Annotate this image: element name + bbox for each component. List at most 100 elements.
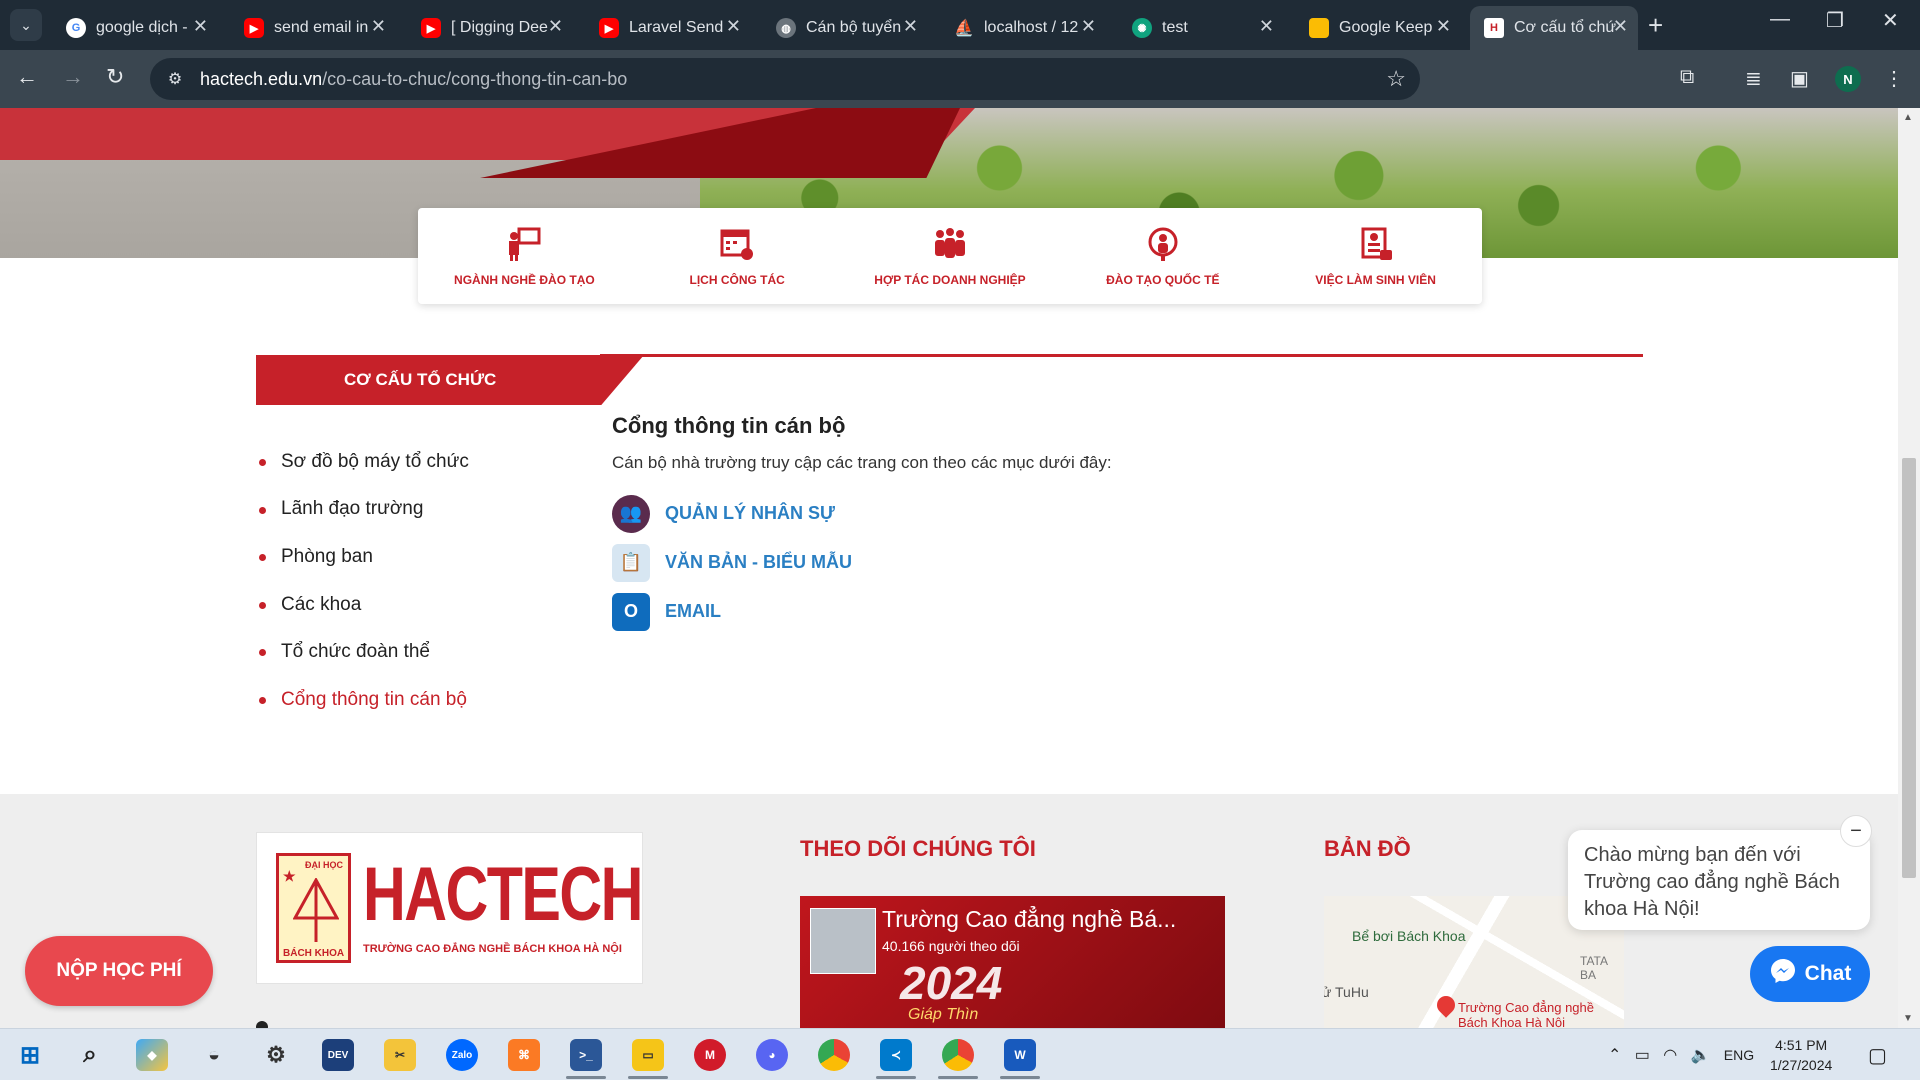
mendeley-icon[interactable]: M xyxy=(694,1039,726,1071)
section-divider xyxy=(600,354,1643,357)
battery-icon[interactable]: ▭ xyxy=(1635,1047,1650,1064)
hactech-logo[interactable]: ĐẠI HỌC ★ BÁCH KHOA HACTECH TRƯỜNG CAO Đ… xyxy=(256,832,643,984)
quicknav-international[interactable]: ĐÀO TẠO QUỐC TẾ xyxy=(1063,225,1263,287)
link-hr-management[interactable]: 👥 QUẢN LÝ NHÂN SỰ xyxy=(612,489,1112,538)
tab-youtube-digging[interactable]: ▶ [ Digging Dee ✕ xyxy=(407,6,573,50)
discord-icon[interactable]: ◕ xyxy=(756,1039,788,1071)
page-viewport: NGÀNH NGHỀ ĐÀO TẠO LỊCH CÔNG TÁC HỢP TÁC… xyxy=(0,108,1898,1028)
profile-avatar[interactable]: N xyxy=(1835,66,1861,92)
link-label[interactable]: QUẢN LÝ NHÂN SỰ xyxy=(665,503,835,524)
word-icon[interactable]: W xyxy=(1000,1039,1040,1079)
link-label[interactable]: VĂN BẢN - BIỂU MẪU xyxy=(665,552,852,573)
chat-greeting-bubble: Chào mừng bạn đến với Trường cao đẳng ng… xyxy=(1568,830,1870,930)
fb-page-name[interactable]: Trường Cao đẳng nghề Bá... xyxy=(882,906,1176,933)
media-control-icon[interactable]: ≣ xyxy=(1745,66,1762,91)
quicknav-schedule[interactable]: LỊCH CÔNG TÁC xyxy=(637,225,837,287)
clock[interactable]: 4:51 PM 1/27/2024 xyxy=(1770,1035,1832,1075)
messenger-chat-button[interactable]: Chat xyxy=(1750,946,1870,1002)
browser-toolbar: ← → ↻ ⚙ hactech.edu.vn/co-cau-to-chuc/co… xyxy=(0,50,1920,108)
photos-icon[interactable]: ◒ xyxy=(198,1039,230,1071)
devc-icon[interactable]: DEV xyxy=(322,1039,354,1071)
quicknav-cooperation[interactable]: HỢP TÁC DOANH NGHIỆP xyxy=(850,225,1050,287)
quicknav-label: LỊCH CÔNG TÁC xyxy=(689,273,785,287)
link-email[interactable]: O EMAIL xyxy=(612,587,1112,636)
back-icon[interactable]: ← xyxy=(16,64,38,90)
search-icon[interactable]: ⌕ xyxy=(74,1039,106,1071)
reload-icon[interactable]: ↻ xyxy=(106,64,124,90)
tab-localhost[interactable]: ⛵ localhost / 12 ✕ xyxy=(940,6,1106,50)
vscode-icon[interactable]: ≺ xyxy=(876,1039,916,1079)
volume-icon[interactable]: 🔈 xyxy=(1691,1047,1711,1064)
tab-test[interactable]: ✺ test ✕ xyxy=(1118,6,1284,50)
xampp-icon[interactable]: ⌘ xyxy=(508,1039,540,1071)
youtube-icon: ▶ xyxy=(244,18,264,38)
scroll-up-icon[interactable]: ▲ xyxy=(1903,112,1913,123)
tab-google-translate[interactable]: G google dịch - ✕ xyxy=(52,6,218,50)
link-label[interactable]: EMAIL xyxy=(665,601,721,622)
sidemenu-item-unions[interactable]: Tổ chức đoàn thể xyxy=(256,628,469,676)
tab-can-bo-tuyen[interactable]: ◍ Cán bộ tuyển ✕ xyxy=(762,6,928,50)
tab-co-cau-to-chuc[interactable]: H Cơ cấu tổ chứ ✕ xyxy=(1470,6,1638,50)
globe-person-icon xyxy=(1144,225,1182,263)
close-icon[interactable]: ✕ xyxy=(1436,16,1451,37)
scroll-down-icon[interactable]: ▼ xyxy=(1903,1013,1913,1024)
link-documents[interactable]: 📋 VĂN BẢN - BIỂU MẪU xyxy=(612,538,1112,587)
notification-icon[interactable]: ▢ xyxy=(1868,1043,1887,1068)
facebook-page-widget[interactable]: Trường Cao đẳng nghề Bá... 40.166 người … xyxy=(800,896,1225,1028)
close-icon[interactable]: ✕ xyxy=(371,16,386,37)
sidemenu-item-org-chart[interactable]: Sơ đồ bộ máy tổ chức xyxy=(256,438,469,486)
settings-icon[interactable]: ⚙ xyxy=(260,1039,292,1071)
close-icon[interactable]: ✕ xyxy=(193,16,208,37)
chat-minimize-icon[interactable]: − xyxy=(1840,815,1872,847)
chrome-icon[interactable] xyxy=(818,1039,850,1071)
close-icon[interactable]: ✕ xyxy=(726,16,741,37)
address-bar[interactable]: ⚙ hactech.edu.vn/co-cau-to-chuc/cong-tho… xyxy=(150,58,1420,100)
chevron-up-icon[interactable]: ⌃ xyxy=(1608,1047,1621,1064)
snip-icon[interactable]: ✂ xyxy=(384,1039,416,1071)
job-icon xyxy=(1357,225,1395,263)
new-tab-button[interactable]: + xyxy=(1648,10,1663,41)
chrome-profile-icon[interactable] xyxy=(938,1039,978,1079)
outlook-icon: O xyxy=(612,592,650,631)
quicknav-label: NGÀNH NGHỀ ĐÀO TẠO xyxy=(454,273,595,287)
bookmark-star-icon[interactable]: ☆ xyxy=(1386,66,1406,92)
extensions-icon[interactable]: ⧉ xyxy=(1680,66,1694,89)
sidemenu-item-faculties[interactable]: Các khoa xyxy=(256,581,469,629)
restore-icon[interactable]: ❐ xyxy=(1826,8,1844,33)
explorer-icon[interactable]: ▭ xyxy=(628,1039,668,1079)
close-icon[interactable]: ✕ xyxy=(1081,16,1096,37)
wifi-icon[interactable]: ◠ xyxy=(1663,1047,1677,1064)
tab-search-button[interactable]: ⌄ xyxy=(10,9,42,41)
sidemenu-item-leadership[interactable]: Lãnh đạo trường xyxy=(256,486,469,534)
tab-google-keep[interactable]: Google Keep ✕ xyxy=(1295,6,1461,50)
scrollbar-thumb[interactable] xyxy=(1902,458,1916,878)
powershell-icon[interactable]: >_ xyxy=(566,1039,606,1079)
pay-tuition-button[interactable]: NỘP HỌC PHÍ xyxy=(25,936,213,1006)
side-menu: Sơ đồ bộ máy tổ chức Lãnh đạo trường Phò… xyxy=(256,438,469,724)
tab-youtube-laravel[interactable]: ▶ Laravel Send ✕ xyxy=(585,6,751,50)
browser-tab-bar: ⌄ G google dịch - ✕ ▶ send email in ✕ ▶ … xyxy=(0,0,1920,50)
system-tray: ⌃ ▭ ◠ 🔈 ENG xyxy=(1608,1045,1754,1065)
sidemenu-item-departments[interactable]: Phòng ban xyxy=(256,533,469,581)
quicknav-training[interactable]: NGÀNH NGHỀ ĐÀO TẠO xyxy=(424,225,624,287)
forward-icon[interactable]: → xyxy=(62,64,84,90)
map-label: TATA BA xyxy=(1580,954,1608,982)
cube-icon[interactable]: ◆ xyxy=(136,1039,168,1071)
minimize-icon[interactable]: — xyxy=(1770,8,1790,31)
sidemenu-item-staff-portal[interactable]: Cổng thông tin cán bộ xyxy=(256,676,469,724)
close-icon[interactable]: ✕ xyxy=(903,16,918,37)
logo-text: HACTECH xyxy=(363,852,643,937)
page-scrollbar[interactable]: ▲ ▼ xyxy=(1898,108,1920,1028)
windows-icon[interactable]: ⊞ xyxy=(14,1039,46,1071)
close-icon[interactable]: ✕ xyxy=(548,16,563,37)
zalo-icon[interactable]: Zalo xyxy=(446,1039,478,1071)
language-indicator[interactable]: ENG xyxy=(1724,1047,1754,1063)
tab-youtube-send-email[interactable]: ▶ send email in ✕ xyxy=(230,6,396,50)
side-panel-icon[interactable]: ▣ xyxy=(1790,66,1809,91)
menu-icon[interactable]: ⋮ xyxy=(1884,66,1904,91)
quicknav-jobs[interactable]: VIỆC LÀM SINH VIÊN xyxy=(1276,225,1476,287)
close-window-icon[interactable]: ✕ xyxy=(1882,8,1899,33)
site-info-icon[interactable]: ⚙ xyxy=(164,68,186,90)
close-icon[interactable]: ✕ xyxy=(1259,16,1274,37)
close-icon[interactable]: ✕ xyxy=(1613,16,1628,37)
